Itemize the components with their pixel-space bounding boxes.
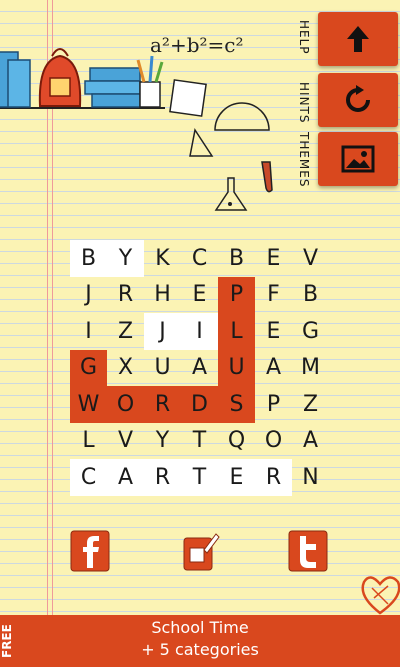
triangle-doodle (189, 128, 214, 157)
grid-cell[interactable]: Q (218, 423, 255, 460)
grid-cell[interactable]: G (70, 349, 107, 386)
arrow-up-icon (347, 26, 369, 52)
grid-cell[interactable]: C (70, 459, 107, 496)
grid-cell[interactable]: R (144, 386, 181, 423)
grid-cell[interactable]: T (181, 459, 218, 496)
themes-button[interactable] (318, 132, 398, 186)
note-doodle (169, 79, 207, 117)
grid-cell[interactable]: Z (107, 313, 144, 350)
grid-cell[interactable]: L (218, 313, 255, 350)
grid-cell[interactable]: J (144, 313, 181, 350)
grid-cell[interactable]: J (70, 277, 107, 314)
grid-cell[interactable]: E (218, 459, 255, 496)
grid-cell[interactable]: A (107, 459, 144, 496)
grid-cell[interactable]: I (181, 313, 218, 350)
picture-icon (341, 145, 375, 173)
backpack-doodle (38, 48, 82, 107)
grid-cell[interactable]: G (292, 313, 329, 350)
grid-cell[interactable]: B (292, 277, 329, 314)
grid-cell[interactable]: H (144, 277, 181, 314)
grid-cell[interactable]: R (255, 459, 292, 496)
bottom-bar[interactable]: FREE School Time + 5 categories (0, 615, 400, 667)
grid-cell[interactable]: A (181, 350, 218, 387)
grid-cell[interactable]: E (255, 240, 292, 277)
grid-cell[interactable]: B (218, 240, 255, 277)
hints-button[interactable] (318, 73, 398, 127)
grid-cell[interactable]: F (255, 277, 292, 314)
grid-cell[interactable]: A (255, 350, 292, 387)
grid-cell[interactable]: Y (144, 423, 181, 460)
share-button[interactable] (180, 530, 220, 572)
twitter-button[interactable] (288, 530, 328, 572)
grid-cell[interactable]: V (107, 423, 144, 460)
hints-label[interactable]: HINTS (297, 82, 311, 124)
category-title: School Time (151, 618, 249, 637)
grid-cell[interactable]: R (144, 459, 181, 496)
grid-cell[interactable]: P (218, 276, 255, 313)
flask-doodle (214, 177, 248, 211)
grid-cell[interactable]: I (70, 313, 107, 350)
facebook-button[interactable] (70, 530, 110, 572)
grid-cell[interactable]: R (107, 277, 144, 314)
doodle-illustrations: a²+b²=c² (0, 33, 273, 211)
twitter-icon (288, 530, 328, 572)
pencil-cup-doodle (136, 55, 164, 108)
grid-cell[interactable]: M (292, 350, 329, 387)
grid-cell[interactable]: P (255, 386, 292, 423)
grid-cell[interactable]: N (292, 459, 329, 496)
test-tube-doodle (261, 161, 273, 193)
grid-cell[interactable]: E (181, 277, 218, 314)
grid-cell[interactable]: S (218, 386, 255, 423)
grid-cell[interactable]: L (70, 423, 107, 460)
help-label[interactable]: HELP (297, 20, 311, 55)
grid-cell[interactable]: V (292, 240, 329, 277)
grid-cell[interactable]: B (70, 240, 107, 277)
grid-cell[interactable]: U (144, 350, 181, 387)
grid-cell[interactable]: A (292, 423, 329, 460)
facebook-icon (70, 530, 110, 572)
protractor-doodle (214, 102, 270, 131)
category-subtitle: + 5 categories (141, 640, 259, 659)
grid-cell[interactable]: Z (292, 386, 329, 423)
grid-cell[interactable]: D (181, 386, 218, 423)
help-button[interactable] (318, 12, 398, 66)
grid-cell[interactable]: K (144, 240, 181, 277)
grid-cell[interactable]: E (255, 313, 292, 350)
grid-cell[interactable]: C (181, 240, 218, 277)
word-grid[interactable]: BYKCBEVJRHEPFBIZJILEGGXUAUAMWORDSPZLVYTQ… (70, 240, 329, 496)
grid-cell[interactable]: W (70, 386, 107, 423)
share-icon (183, 533, 220, 571)
refresh-icon (346, 85, 370, 112)
grid-cell[interactable]: O (255, 423, 292, 460)
grid-cell[interactable]: O (107, 386, 144, 423)
formula-text: a²+b²=c² (150, 33, 244, 57)
heart-doodle (361, 576, 400, 615)
grid-cell[interactable]: Y (107, 240, 144, 277)
grid-cell[interactable]: X (107, 350, 144, 387)
grid-cell[interactable]: U (218, 349, 255, 386)
themes-label[interactable]: THEMES (297, 132, 311, 188)
grid-cell[interactable]: T (181, 423, 218, 460)
